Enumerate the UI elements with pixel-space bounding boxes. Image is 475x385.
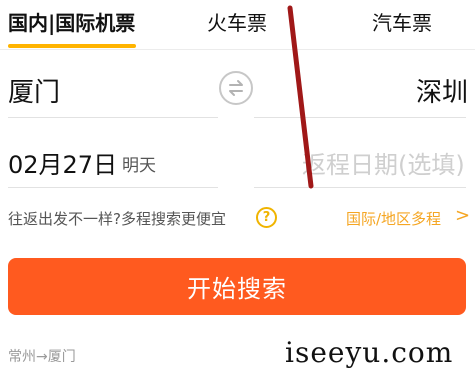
multi-trip-link[interactable]: 国际/地区多程 xyxy=(346,208,441,229)
watermark-text: iseeyu.com xyxy=(285,336,454,369)
departure-underline xyxy=(8,117,218,118)
tab-train[interactable]: 火车票 xyxy=(207,7,267,36)
tab-bus[interactable]: 汽车票 xyxy=(372,7,432,36)
annotation-arrow xyxy=(287,5,314,189)
departure-city[interactable]: 厦门 xyxy=(8,72,60,109)
depart-date-underline xyxy=(8,187,218,188)
search-history-item[interactable]: 常州→厦门 xyxy=(8,346,76,366)
arrival-underline xyxy=(254,117,466,118)
departure-date[interactable]: 02月27日 xyxy=(8,145,117,180)
arrival-city[interactable]: 深圳 xyxy=(416,72,468,109)
search-button[interactable]: 开始搜索 xyxy=(8,258,466,315)
tab-divider xyxy=(0,49,475,50)
return-date-placeholder[interactable]: 返程日期(选填) xyxy=(302,145,465,180)
active-tab-indicator xyxy=(8,44,136,48)
chevron-right-icon: > xyxy=(455,205,471,226)
swap-arrows-icon xyxy=(229,80,243,96)
multi-trip-hint: 往返出发不一样?多程搜索更便宜 xyxy=(8,210,226,228)
return-date-underline xyxy=(254,187,466,188)
swap-cities-button[interactable] xyxy=(219,71,253,105)
tab-domestic-international[interactable]: 国内|国际机票 xyxy=(8,7,135,36)
question-circle-icon[interactable]: ? xyxy=(256,207,277,228)
departure-relative-day: 明天 xyxy=(122,156,156,176)
